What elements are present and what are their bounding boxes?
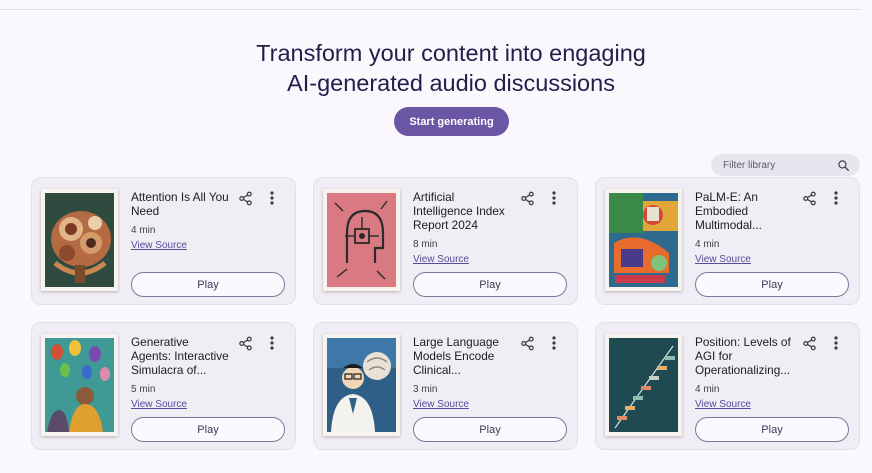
start-generating-button[interactable]: Start generating bbox=[394, 107, 509, 136]
play-button[interactable]: Play bbox=[131, 417, 285, 442]
card-duration: 5 min bbox=[131, 384, 156, 395]
card-thumbnail[interactable] bbox=[41, 334, 118, 436]
podcast-card: Large Language Models Encode Clinical...… bbox=[313, 322, 578, 450]
share-icon[interactable] bbox=[237, 335, 253, 351]
staircase-on-teal-wall-illustration bbox=[609, 338, 678, 432]
share-icon[interactable] bbox=[519, 335, 535, 351]
podcast-card: PaLM-E: An Embodied Multimodal... 4 min … bbox=[595, 177, 860, 305]
share-icon[interactable] bbox=[801, 190, 817, 206]
share-icon[interactable] bbox=[237, 190, 253, 206]
card-duration: 4 min bbox=[695, 239, 720, 250]
view-source-link[interactable]: View Source bbox=[695, 399, 751, 410]
more-options-icon[interactable] bbox=[264, 190, 280, 206]
play-button[interactable]: Play bbox=[413, 272, 567, 297]
view-source-link[interactable]: View Source bbox=[131, 399, 187, 410]
card-duration: 8 min bbox=[413, 239, 438, 250]
search-icon[interactable] bbox=[837, 159, 850, 172]
hero-title-line-1: Transform your content into engaging bbox=[256, 40, 646, 66]
hero-title-line-2: AI-generated audio discussions bbox=[287, 70, 615, 96]
card-title: Generative Agents: Interactive Simulacra… bbox=[131, 335, 229, 377]
card-thumbnail[interactable] bbox=[605, 189, 682, 291]
play-button[interactable]: Play bbox=[131, 272, 285, 297]
more-options-icon[interactable] bbox=[828, 190, 844, 206]
podcast-card: Generative Agents: Interactive Simulacra… bbox=[31, 322, 296, 450]
more-options-icon[interactable] bbox=[828, 335, 844, 351]
more-options-icon[interactable] bbox=[264, 335, 280, 351]
more-options-icon[interactable] bbox=[546, 335, 562, 351]
card-duration: 4 min bbox=[695, 384, 720, 395]
play-button[interactable]: Play bbox=[695, 417, 849, 442]
podcast-card: Attention Is All You Need 4 min View Sou… bbox=[31, 177, 296, 305]
card-thumbnail[interactable] bbox=[605, 334, 682, 436]
card-duration: 3 min bbox=[413, 384, 438, 395]
card-title: Position: Levels of AGI for Operationali… bbox=[695, 335, 791, 377]
view-source-link[interactable]: View Source bbox=[413, 399, 469, 410]
share-icon[interactable] bbox=[519, 190, 535, 206]
card-thumbnail[interactable] bbox=[323, 334, 400, 436]
circuit-head-on-pink-illustration bbox=[327, 193, 396, 287]
card-thumbnail[interactable] bbox=[41, 189, 118, 291]
view-source-link[interactable]: View Source bbox=[413, 254, 469, 265]
card-thumbnail[interactable] bbox=[323, 189, 400, 291]
card-title: PaLM-E: An Embodied Multimodal... bbox=[695, 190, 762, 232]
share-icon[interactable] bbox=[801, 335, 817, 351]
view-source-link[interactable]: View Source bbox=[131, 240, 187, 251]
filter-library-field[interactable] bbox=[711, 154, 860, 176]
filter-library-input[interactable] bbox=[723, 159, 837, 171]
card-duration: 4 min bbox=[131, 225, 156, 236]
play-button[interactable]: Play bbox=[695, 272, 849, 297]
top-divider bbox=[0, 9, 862, 10]
podcast-card: Position: Levels of AGI for Operationali… bbox=[595, 322, 860, 450]
mechanical-brain-gears-illustration bbox=[45, 193, 114, 287]
view-source-link[interactable]: View Source bbox=[695, 254, 751, 265]
hero-title: Transform your content into engaging AI-… bbox=[0, 38, 872, 98]
podcast-card: Artificial Intelligence Index Report 202… bbox=[313, 177, 578, 305]
card-title: Artificial Intelligence Index Report 202… bbox=[413, 190, 505, 232]
play-button[interactable]: Play bbox=[413, 417, 567, 442]
colorful-robot-collage-illustration bbox=[609, 193, 678, 287]
people-with-colorful-balloons-illustration bbox=[45, 338, 114, 432]
card-title: Large Language Models Encode Clinical... bbox=[413, 335, 499, 377]
doctor-with-brain-illustration bbox=[327, 338, 396, 432]
more-options-icon[interactable] bbox=[546, 190, 562, 206]
card-title: Attention Is All You Need bbox=[131, 190, 229, 218]
